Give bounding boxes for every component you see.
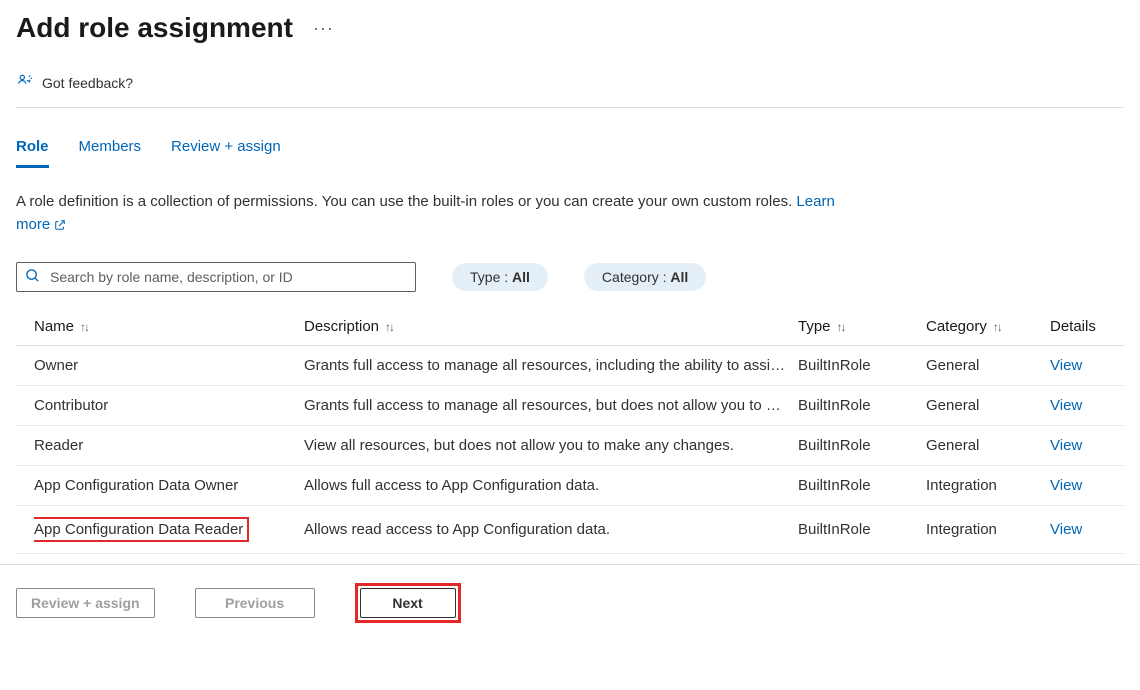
role-intro-text: A role definition is a collection of per… [16,191,836,236]
cell-category: Integration [926,521,1050,538]
search-input[interactable] [48,268,407,286]
type-filter-pill[interactable]: Type : All [452,263,548,291]
cell-description: Allows read access to App Configuration … [304,521,798,538]
sort-icon: ↑↓ [80,320,88,334]
more-actions-icon[interactable]: ··· [313,18,334,39]
cell-type: BuiltInRole [798,397,926,414]
column-header-category[interactable]: Category↑↓ [926,318,1050,335]
cell-type: BuiltInRole [798,437,926,454]
table-row[interactable]: App Configuration Data Reader Allows read… [16,506,1124,554]
view-details-link[interactable]: View [1050,397,1110,414]
view-details-link[interactable]: View [1050,357,1110,374]
feedback-link[interactable]: Got feedback? [16,72,1124,108]
external-link-icon [54,218,66,232]
column-header-type[interactable]: Type↑↓ [798,318,926,335]
sort-icon: ↑↓ [837,320,845,334]
feedback-icon [16,72,34,93]
cell-name: App Configuration Data Reader [34,517,304,542]
tab-members[interactable]: Members [79,134,142,168]
tab-bar: Role Members Review + assign [16,134,1124,169]
cell-category: General [926,397,1050,414]
cell-description: View all resources, but does not allow y… [304,437,798,454]
previous-button[interactable]: Previous [195,588,315,618]
next-button[interactable]: Next [360,588,456,618]
cell-type: BuiltInRole [798,357,926,374]
table-row[interactable]: OwnerGrants full access to manage all re… [16,346,1124,386]
table-row[interactable]: ContributorGrants full access to manage … [16,386,1124,426]
column-header-description[interactable]: Description↑↓ [304,318,798,335]
cell-category: General [926,437,1050,454]
table-row[interactable]: ReaderView all resources, but does not a… [16,426,1124,466]
sort-icon: ↑↓ [993,320,1001,334]
search-input-wrapper[interactable] [16,262,416,292]
cell-name: Owner [34,357,304,374]
cell-description: Grants full access to manage all resourc… [304,397,798,414]
feedback-label: Got feedback? [42,75,133,91]
table-header: Name↑↓ Description↑↓ Type↑↓ Category↑↓ D… [16,310,1124,346]
review-assign-button[interactable]: Review + assign [16,588,155,618]
cell-name: Contributor [34,397,304,414]
cell-type: BuiltInRole [798,521,926,538]
cell-type: BuiltInRole [798,477,926,494]
tab-role[interactable]: Role [16,134,49,168]
cell-description: Grants full access to manage all resourc… [304,357,798,374]
next-button-highlight: Next [355,583,461,623]
view-details-link[interactable]: View [1050,477,1110,494]
highlighted-role-name: App Configuration Data Reader [34,517,249,542]
cell-name: Reader [34,437,304,454]
cell-category: Integration [926,477,1050,494]
table-row[interactable]: App Configuration Data OwnerAllows full … [16,466,1124,506]
sort-icon: ↑↓ [385,320,393,334]
view-details-link[interactable]: View [1050,521,1110,538]
cell-description: Allows full access to App Configuration … [304,477,798,494]
category-filter-pill[interactable]: Category : All [584,263,706,291]
roles-table: Name↑↓ Description↑↓ Type↑↓ Category↑↓ D… [16,310,1124,554]
column-header-details: Details [1050,318,1110,335]
page-title: Add role assignment [16,12,293,44]
tab-review-assign[interactable]: Review + assign [171,134,281,168]
view-details-link[interactable]: View [1050,437,1110,454]
cell-category: General [926,357,1050,374]
column-header-name[interactable]: Name↑↓ [34,318,304,335]
search-icon [25,268,40,286]
cell-name: App Configuration Data Owner [34,477,304,494]
